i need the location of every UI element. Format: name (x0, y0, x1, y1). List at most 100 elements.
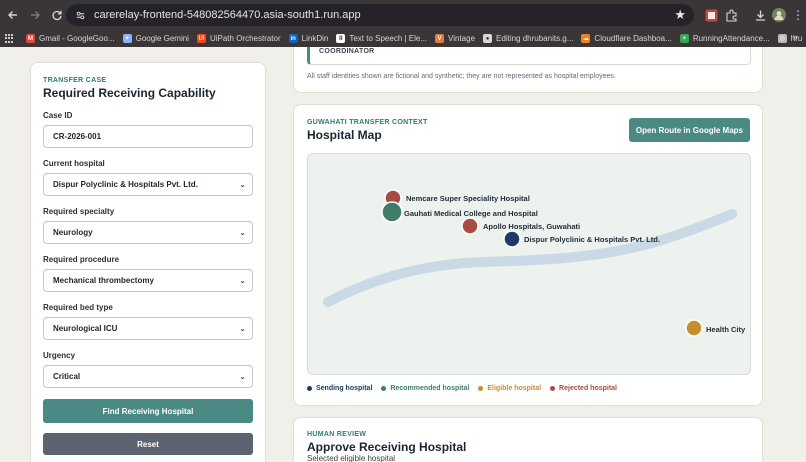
coordinator-label: COORDINATOR (319, 48, 375, 55)
hospital-marker[interactable] (461, 217, 479, 235)
bookmark-item[interactable]: ● Editing dhrubanits.g... (480, 30, 576, 47)
bookmark-item[interactable]: in LinkDin (286, 30, 332, 47)
required-bed-type-value: Neurological ICU (53, 324, 118, 333)
legend-item: Rejected hospital (550, 385, 617, 392)
legend-dot-icon (307, 386, 312, 391)
legend-label: Recommended hospital (390, 385, 470, 392)
case-id-input[interactable]: CR-2026-001 (43, 125, 253, 148)
back-button[interactable] (3, 5, 23, 25)
chevron-down-icon: ⌄ (239, 324, 246, 333)
bookmark-label: UiPath Orchestrator (209, 34, 281, 43)
bookmark-favicon-icon: ☁ (581, 34, 591, 43)
url-text: carerelay-frontend-548082564470.asia-sou… (94, 9, 361, 21)
bookmark-item[interactable]: ◎ hru (775, 30, 806, 47)
legend-label: Rejected hospital (559, 385, 618, 392)
legend-item: Eligible hospital (478, 385, 541, 392)
bookmark-favicon-icon: + (679, 34, 689, 43)
reload-button[interactable] (47, 5, 67, 25)
apps-grid-icon[interactable] (5, 33, 13, 44)
menu-kebab-icon[interactable]: ⋮ (790, 7, 806, 23)
case-id-value: CR-2026-001 (53, 132, 102, 141)
open-route-google-maps-button[interactable]: Open Route in Google Maps (628, 118, 750, 142)
required-procedure-value: Mechanical thrombectomy (53, 276, 154, 285)
bookmark-item[interactable]: ✦ Google Gemini (120, 30, 192, 47)
current-hospital-label: Current hospital (43, 159, 105, 168)
required-bed-type-label: Required bed type (43, 303, 113, 312)
legend-item: Sending hospital (307, 385, 372, 392)
transfer-case-eyebrow: TRANSFER CASE (43, 77, 107, 84)
bookmark-label: Vintage (448, 34, 476, 43)
required-specialty-value: Neurology (53, 228, 93, 237)
map-legend: Sending hospital Recommended hospital Elig… (307, 385, 626, 392)
current-hospital-select[interactable]: Dispur Polyclinic & Hospitals Pvt. Ltd. … (43, 173, 253, 196)
extensions-puzzle-icon[interactable] (723, 7, 739, 23)
page-content: TRANSFER CASE Required Receiving Capabil… (0, 47, 806, 462)
bookmark-star-icon[interactable]: ★ (674, 7, 686, 23)
legend-label: Sending hospital (316, 385, 373, 392)
hospital-marker-label: Dispur Polyclinic & Hospitals Pvt. Ltd. (524, 235, 660, 244)
urgency-value: Critical (53, 372, 81, 381)
required-procedure-label: Required procedure (43, 255, 120, 264)
chevron-down-icon: ⌄ (239, 180, 246, 189)
bookmark-item[interactable]: II Text to Speech | Ele... (333, 30, 430, 47)
legend-label: Eligible hospital (487, 385, 542, 392)
map-eyebrow: GUWAHATI TRANSFER CONTEXT (307, 119, 428, 126)
bookmark-favicon-icon: V (435, 34, 445, 43)
bookmark-item[interactable]: + RunningAttendance... (677, 30, 773, 47)
bookmark-label: RunningAttendance... (692, 34, 770, 43)
bookmark-label: Text to Speech | Ele... (349, 34, 428, 43)
required-specialty-label: Required specialty (43, 207, 115, 216)
hospital-marker-label: Gauhati Medical College and Hospital (404, 209, 538, 218)
transfer-case-card: TRANSFER CASE Required Receiving Capabil… (30, 62, 266, 462)
bookmark-favicon-icon: Ui (196, 34, 206, 43)
hospital-marker-label: Health City (706, 325, 746, 334)
urgency-select[interactable]: Critical ⌄ (43, 365, 253, 388)
urgency-label: Urgency (43, 351, 76, 360)
bookmark-item[interactable]: Ui UiPath Orchestrator (194, 30, 284, 47)
map-canvas: Nemcare Super Speciality Hospital Gauhati… (323, 189, 746, 337)
required-bed-type-select[interactable]: Neurological ICU ⌄ (43, 317, 253, 340)
bookmark-label: Cloudflare Dashboa... (594, 34, 672, 43)
map-title: Hospital Map (307, 128, 382, 142)
chevron-down-icon: ⌄ (239, 228, 246, 237)
bookmark-item[interactable]: ☁ Cloudflare Dashboa... (578, 30, 674, 47)
more-bookmarks-button[interactable]: » (792, 32, 798, 43)
legend-item: Recommended hospital (381, 385, 469, 392)
bookmark-favicon-icon: ✦ (122, 34, 132, 43)
coordinator-card: COORDINATOR All staff identities shown a… (293, 47, 763, 93)
hospital-marker-label: Apollo Hospitals, Guwahati (483, 222, 580, 231)
hospital-marker-label: Nemcare Super Speciality Hospital (406, 194, 530, 203)
browser-toolbar: carerelay-frontend-548082564470.asia-sou… (0, 0, 806, 30)
forward-button[interactable] (25, 5, 45, 25)
review-subtitle: Selected eligible hospital (307, 454, 396, 462)
chevron-down-icon: ⌄ (239, 372, 246, 381)
bookmark-favicon-icon: M (26, 34, 35, 43)
bookmark-favicon-icon: ◎ (777, 34, 787, 43)
bookmark-label: Editing dhrubanits.g... (496, 34, 574, 43)
current-hospital-value: Dispur Polyclinic & Hospitals Pvt. Ltd. (53, 180, 198, 189)
extension-icon[interactable] (703, 7, 719, 23)
hospital-map[interactable]: Nemcare Super Speciality Hospital Gauhati… (307, 153, 751, 375)
hospital-marker[interactable] (381, 201, 403, 223)
bookmark-label: Google Gemini (135, 34, 189, 43)
find-receiving-hospital-button[interactable]: Find Receiving Hospital (43, 399, 253, 423)
hospital-marker[interactable] (503, 230, 521, 248)
bookmark-label: LinkDin (301, 34, 329, 43)
download-icon[interactable] (752, 7, 768, 23)
bookmark-item[interactable]: V Vintage (432, 30, 478, 47)
reset-button[interactable]: Reset (43, 433, 253, 455)
address-bar[interactable]: carerelay-frontend-548082564470.asia-sou… (66, 4, 694, 26)
bookmark-favicon-icon: II (336, 34, 346, 43)
hospital-marker[interactable] (685, 319, 703, 337)
legend-dot-icon (381, 386, 387, 391)
bookmark-favicon-icon: in (288, 34, 298, 43)
profile-avatar[interactable] (771, 7, 787, 23)
bookmark-list: M Gmail - GoogleGoo... ✦ Google Gemini Ui UiP… (23, 30, 806, 47)
coordinator-box: COORDINATOR (307, 47, 751, 65)
required-specialty-select[interactable]: Neurology ⌄ (43, 221, 253, 244)
human-review-card: HUMAN REVIEW Approve Receiving Hospital … (293, 417, 763, 462)
required-procedure-select[interactable]: Mechanical thrombectomy ⌄ (43, 269, 253, 292)
site-info-icon[interactable] (72, 7, 88, 23)
bookmark-item[interactable]: M Gmail - GoogleGoo... (23, 30, 118, 47)
legend-dot-icon (478, 386, 484, 391)
